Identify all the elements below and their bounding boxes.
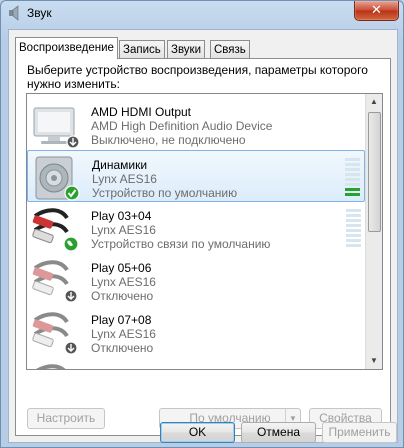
scroll-up-arrow-icon[interactable]: ▲ (366, 94, 382, 110)
scroll-down-arrow-icon[interactable]: ▼ (366, 353, 382, 369)
meter-segment (346, 219, 361, 222)
list-item-play-07-08[interactable]: Play 07+08 Lynx AES16 Отключено (27, 306, 365, 358)
device-status: Отключено (91, 289, 154, 303)
meter-segment (346, 224, 361, 227)
instruction-text: Выберите устройство воспроизведения, пар… (27, 63, 368, 91)
device-status: Устройство по умолчанию (92, 186, 238, 200)
meter-segment (346, 214, 361, 217)
list-item-speakers[interactable]: Динамики Lynx AES16 Устройство по умолча… (27, 150, 365, 202)
device-name: Play 03+04 (91, 209, 152, 223)
device-description: Lynx AES16 (91, 275, 156, 289)
device-name: Play 07+08 (91, 313, 152, 327)
device-description: AMD High Definition Audio Device (91, 119, 273, 133)
meter-segment (346, 239, 361, 242)
close-button[interactable]: ✕ (354, 1, 399, 21)
title-bar[interactable]: Звук ✕ (1, 1, 403, 27)
volume-meter (345, 158, 360, 198)
scrollbar-thumb[interactable] (368, 112, 381, 232)
meter-segment (346, 229, 361, 232)
dialog-body: Воспроизведение Запись Звуки Связь Выбер… (8, 29, 398, 443)
meter-segment (346, 234, 361, 237)
tab-playback[interactable]: Воспроизведение (15, 37, 118, 59)
rca-cable-icon (36, 364, 66, 369)
sound-dialog: Звук ✕ Воспроизведение Запись Звуки Связ… (0, 0, 404, 448)
meter-segment (345, 183, 360, 186)
playback-panel: Выберите устройство воспроизведения, пар… (15, 58, 391, 436)
tab-recording[interactable]: Запись (119, 40, 165, 58)
device-name: AMD HDMI Output (91, 105, 192, 119)
meter-segment (345, 178, 360, 181)
meter-segment (346, 244, 361, 247)
speaker-icon (35, 156, 80, 201)
device-list[interactable]: AMD HDMI Output AMD High Definition Audi… (26, 93, 383, 370)
list-item-partial[interactable] (27, 358, 365, 369)
speaker-icon (9, 5, 19, 21)
device-list-scrollbar[interactable]: ▲ ▼ (365, 94, 382, 369)
meter-segment (345, 158, 360, 161)
device-name: Динамики (92, 158, 148, 172)
volume-meter (346, 209, 361, 249)
tab-communications[interactable]: Связь (210, 40, 250, 58)
device-description: Lynx AES16 (91, 223, 156, 237)
device-status: Отключено (91, 341, 154, 355)
configure-button[interactable]: Настроить (27, 408, 105, 429)
rca-cable-icon (32, 312, 78, 355)
meter-segment (345, 188, 360, 191)
device-status: Выключено, не подключено (91, 133, 246, 147)
rca-cable-icon (32, 208, 79, 252)
meter-segment (345, 163, 360, 166)
device-status: Устройство связи по умолчанию (91, 237, 271, 251)
ok-button[interactable]: OK (160, 422, 235, 443)
tab-sounds[interactable]: Звуки (167, 40, 206, 58)
list-item-play-05-06[interactable]: Play 05+06 Lynx AES16 Отключено (27, 254, 365, 306)
apply-button[interactable]: Применить (322, 422, 397, 443)
list-item-hdmi[interactable]: AMD HDMI Output AMD High Definition Audi… (27, 98, 365, 150)
list-item-play-03-04[interactable]: Play 03+04 Lynx AES16 Устройство связи п… (27, 202, 365, 254)
monitor-icon (33, 107, 80, 149)
meter-segment (345, 173, 360, 176)
device-name: Play 05+06 (91, 261, 152, 275)
device-description: Lynx AES16 (91, 327, 156, 341)
cancel-button[interactable]: Отмена (241, 422, 316, 443)
meter-segment (346, 209, 361, 212)
device-description: Lynx AES16 (92, 172, 157, 186)
meter-segment (345, 193, 360, 196)
window-title: Звук (27, 6, 52, 20)
rca-cable-icon (32, 260, 78, 303)
meter-segment (345, 168, 360, 171)
